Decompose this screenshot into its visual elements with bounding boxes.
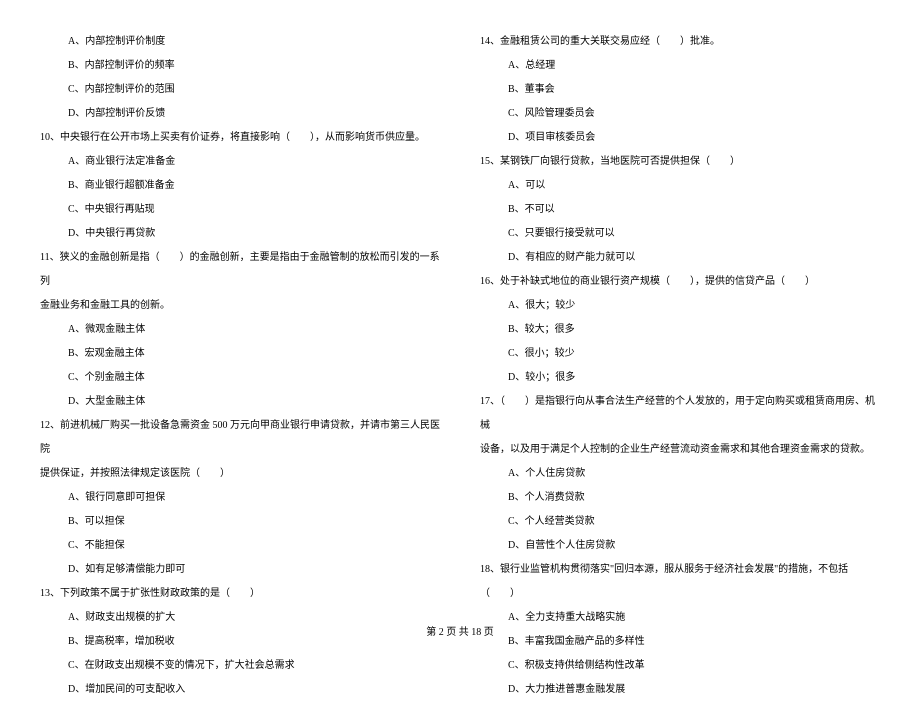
q16-text: 16、处于补缺式地位的商业银行资产规模（ ），提供的信贷产品（ ） xyxy=(480,270,880,294)
q11-option-a: A、微观金融主体 xyxy=(40,318,440,342)
q12-text: 12、前进机械厂购买一批设备急需资金 500 万元向甲商业银行申请贷款，并请市第… xyxy=(40,414,440,462)
q18-option-d: D、大力推进普惠金融发展 xyxy=(480,678,880,702)
right-column: 14、金融租赁公司的重大关联交易应经（ ）批准。 A、总经理 B、董事会 C、风… xyxy=(480,30,880,610)
page-columns: A、内部控制评价制度 B、内部控制评价的频率 C、内部控制评价的范围 D、内部控… xyxy=(40,30,880,610)
q9-option-a: A、内部控制评价制度 xyxy=(40,30,440,54)
q15-option-c: C、只要银行接受就可以 xyxy=(480,222,880,246)
q13-text: 13、下列政策不属于扩张性财政政策的是（ ） xyxy=(40,582,440,606)
q12-option-d: D、如有足够清偿能力即可 xyxy=(40,558,440,582)
q10-option-a: A、商业银行法定准备金 xyxy=(40,150,440,174)
q12-cont: 提供保证，并按照法律规定该医院（ ） xyxy=(40,462,440,486)
q18-option-c: C、积极支持供给侧结构性改革 xyxy=(480,654,880,678)
q18-text: 18、银行业监管机构贯彻落实"回归本源，服从服务于经济社会发展"的措施，不包括（… xyxy=(480,558,880,606)
q12-option-b: B、可以担保 xyxy=(40,510,440,534)
left-column: A、内部控制评价制度 B、内部控制评价的频率 C、内部控制评价的范围 D、内部控… xyxy=(40,30,440,610)
q17-option-c: C、个人经营类贷款 xyxy=(480,510,880,534)
q11-option-b: B、宏观金融主体 xyxy=(40,342,440,366)
q13-option-c: C、在财政支出规模不变的情况下，扩大社会总需求 xyxy=(40,654,440,678)
q11-text: 11、狭义的金融创新是指（ ）的金融创新，主要是指由于金融管制的放松而引发的一系… xyxy=(40,246,440,294)
q17-text: 17、（ ）是指银行向从事合法生产经营的个人发放的，用于定向购买或租赁商用房、机… xyxy=(480,390,880,438)
q15-option-d: D、有相应的财产能力就可以 xyxy=(480,246,880,270)
q14-option-a: A、总经理 xyxy=(480,54,880,78)
q9-option-c: C、内部控制评价的范围 xyxy=(40,78,440,102)
page-footer: 第 2 页 共 18 页 xyxy=(0,623,920,638)
q14-option-b: B、董事会 xyxy=(480,78,880,102)
q11-cont: 金融业务和金融工具的创新。 xyxy=(40,294,440,318)
q14-option-d: D、项目审核委员会 xyxy=(480,126,880,150)
q12-option-c: C、不能担保 xyxy=(40,534,440,558)
q9-option-b: B、内部控制评价的频率 xyxy=(40,54,440,78)
q10-text: 10、中央银行在公开市场上买卖有价证券，将直接影响（ ），从而影响货币供应量。 xyxy=(40,126,440,150)
q15-option-b: B、不可以 xyxy=(480,198,880,222)
q10-option-d: D、中央银行再贷款 xyxy=(40,222,440,246)
q17-option-b: B、个人消费贷款 xyxy=(480,486,880,510)
q11-option-c: C、个别金融主体 xyxy=(40,366,440,390)
q11-option-d: D、大型金融主体 xyxy=(40,390,440,414)
q10-option-c: C、中央银行再贴现 xyxy=(40,198,440,222)
q14-option-c: C、风险管理委员会 xyxy=(480,102,880,126)
q17-option-d: D、自营性个人住房贷款 xyxy=(480,534,880,558)
q15-text: 15、某钢铁厂向银行贷款，当地医院可否提供担保（ ） xyxy=(480,150,880,174)
q14-text: 14、金融租赁公司的重大关联交易应经（ ）批准。 xyxy=(480,30,880,54)
q16-option-d: D、较小；很多 xyxy=(480,366,880,390)
q13-option-d: D、增加民间的可支配收入 xyxy=(40,678,440,702)
q9-option-d: D、内部控制评价反馈 xyxy=(40,102,440,126)
q16-option-b: B、较大；很多 xyxy=(480,318,880,342)
q17-cont: 设备，以及用于满足个人控制的企业生产经营流动资金需求和其他合理资金需求的贷款。 xyxy=(480,438,880,462)
q17-option-a: A、个人住房贷款 xyxy=(480,462,880,486)
q12-option-a: A、银行同意即可担保 xyxy=(40,486,440,510)
q10-option-b: B、商业银行超额准备金 xyxy=(40,174,440,198)
q16-option-a: A、很大；较少 xyxy=(480,294,880,318)
q16-option-c: C、很小；较少 xyxy=(480,342,880,366)
q15-option-a: A、可以 xyxy=(480,174,880,198)
